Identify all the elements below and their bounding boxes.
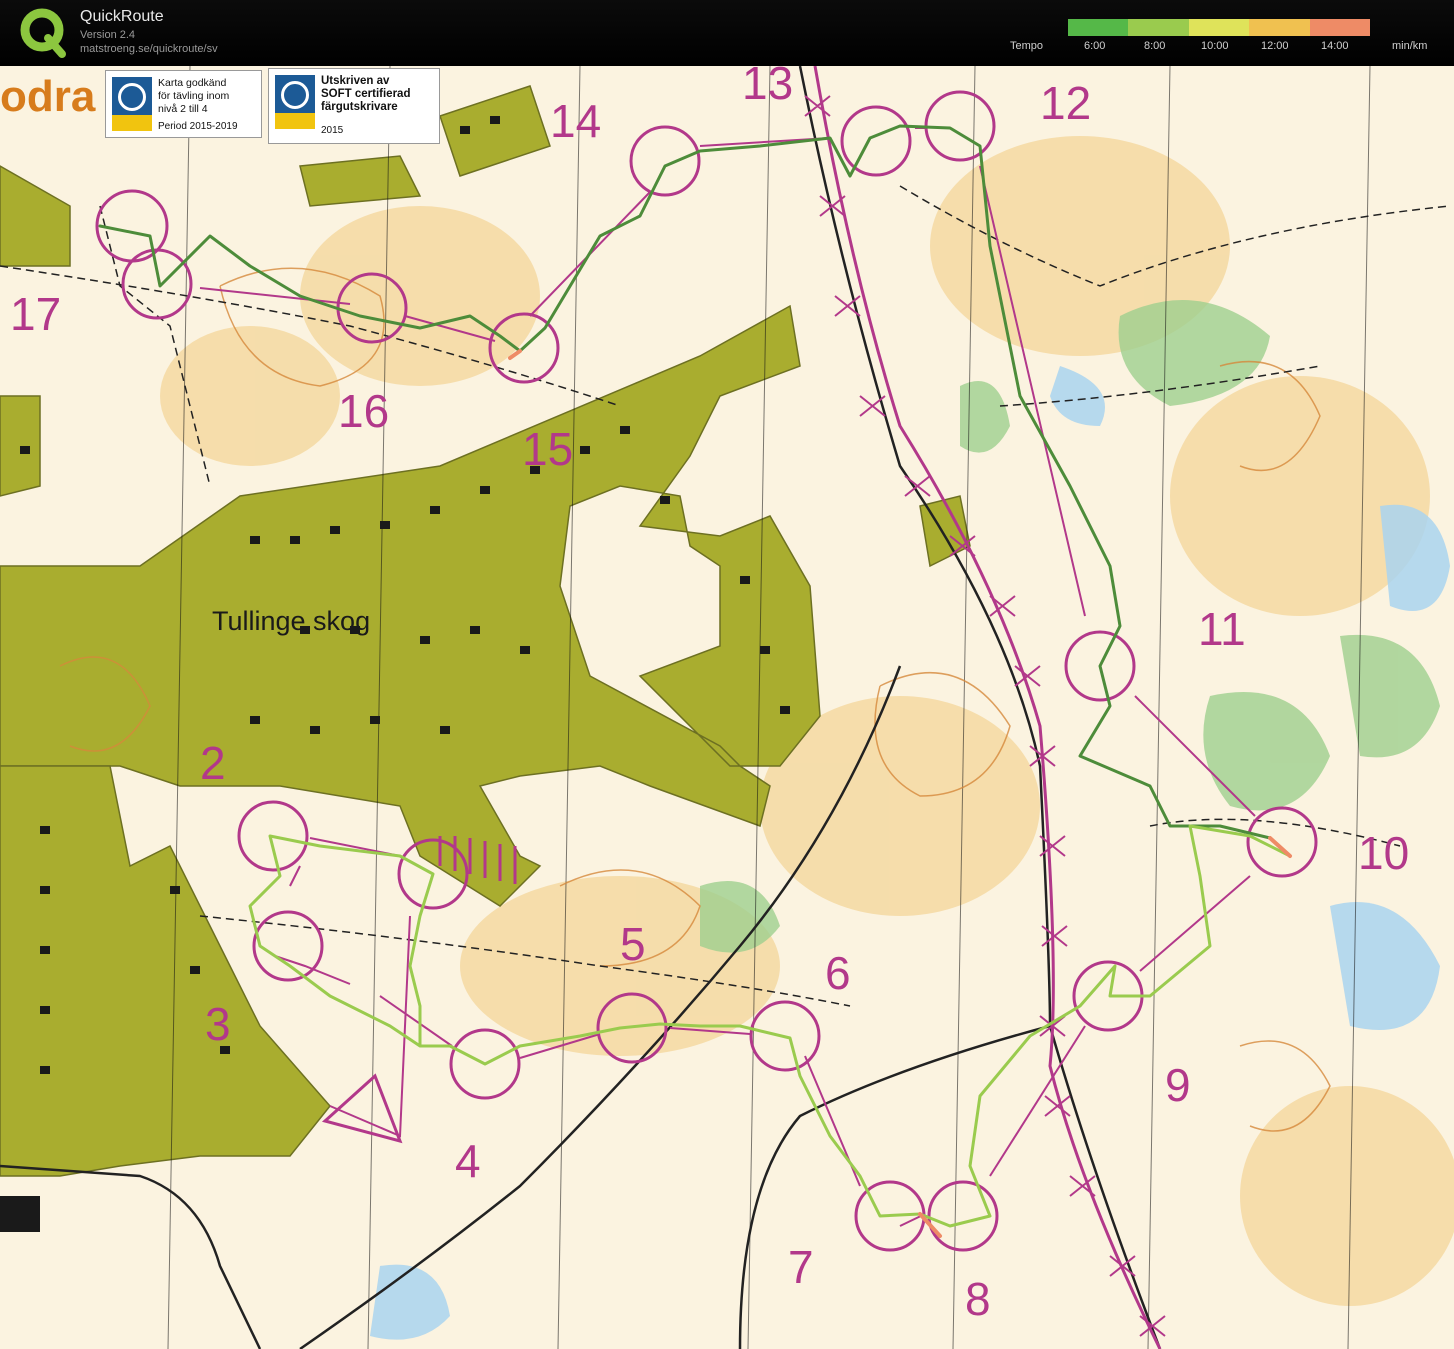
control-number-14: 14 (550, 95, 602, 147)
place-name-label: Tullinge skog (212, 606, 371, 636)
legend-tick-8: 8:00 (1144, 40, 1166, 52)
map-approval-period: Period 2015-2019 (158, 121, 238, 132)
quickroute-logo-icon (20, 8, 66, 58)
control-number-9: 9 (1165, 1059, 1191, 1111)
control-number-4: 4 (455, 1135, 481, 1187)
map-title-fragment: odra (0, 72, 96, 121)
pace-swatch-3 (1249, 19, 1310, 36)
control-number-12: 12 (1040, 77, 1092, 129)
control-number-13: 13 (742, 66, 794, 109)
legend-tick-14: 14:00 (1321, 40, 1349, 52)
print-certification-badge: Utskriven av SOFT certifierad färgutskri… (268, 68, 440, 144)
legend-tick-6: 6:00 (1084, 40, 1106, 52)
control-number-11: 11 (1198, 603, 1246, 655)
map-approval-text: Karta godkänd för tävling inom nivå 2 ti… (158, 77, 230, 115)
print-certification-text: Utskriven av SOFT certifierad färgutskri… (321, 75, 411, 113)
control-circle-3 (252, 910, 324, 982)
control-number-3: 3 (205, 998, 231, 1050)
control-number-7: 7 (788, 1241, 814, 1293)
app-url: matstroeng.se/quickroute/sv (80, 43, 218, 55)
control-number-2: 2 (200, 737, 226, 789)
control-number-5: 5 (620, 918, 646, 970)
control-number-17: 17 (10, 288, 62, 340)
control-number-8: 8 (965, 1273, 991, 1325)
pace-swatch-4 (1309, 19, 1371, 36)
pace-color-scale (1068, 19, 1371, 36)
map-drawing (0, 66, 1454, 1349)
app-title: QuickRoute (80, 8, 164, 25)
svensk-orientering-logo-icon (112, 77, 152, 131)
control-number-6: 6 (825, 947, 851, 999)
pace-swatch-1 (1128, 19, 1189, 36)
svensk-orientering-logo-icon (275, 75, 315, 129)
legend-unit: min/km (1392, 40, 1428, 52)
quickroute-window: QuickRoute Version 2.4 matstroeng.se/qui… (0, 0, 1454, 1349)
legend-title: Tempo (1010, 40, 1044, 52)
legend-tick-10: 10:00 (1201, 40, 1229, 52)
legend-tick-12: 12:00 (1261, 40, 1289, 52)
control-circle-13 (840, 105, 912, 177)
pace-swatch-0 (1068, 19, 1129, 36)
control-circle-17 (121, 248, 193, 320)
map-approval-badge: Karta godkänd för tävling inom nivå 2 ti… (105, 70, 262, 138)
orienteering-map[interactable]: odra Karta godkänd för tävling inom nivå… (0, 66, 1454, 1349)
pace-swatch-2 (1188, 19, 1250, 36)
control-number-15: 15 (522, 423, 574, 475)
control-circle-14 (629, 125, 701, 197)
header-bar: QuickRoute Version 2.4 matstroeng.se/qui… (0, 0, 1454, 66)
print-certification-year: 2015 (321, 125, 344, 136)
control-number-10: 10 (1358, 827, 1410, 879)
control-circle-10 (1246, 806, 1318, 878)
control-number-16: 16 (338, 385, 390, 437)
app-version: Version 2.4 (80, 29, 136, 41)
